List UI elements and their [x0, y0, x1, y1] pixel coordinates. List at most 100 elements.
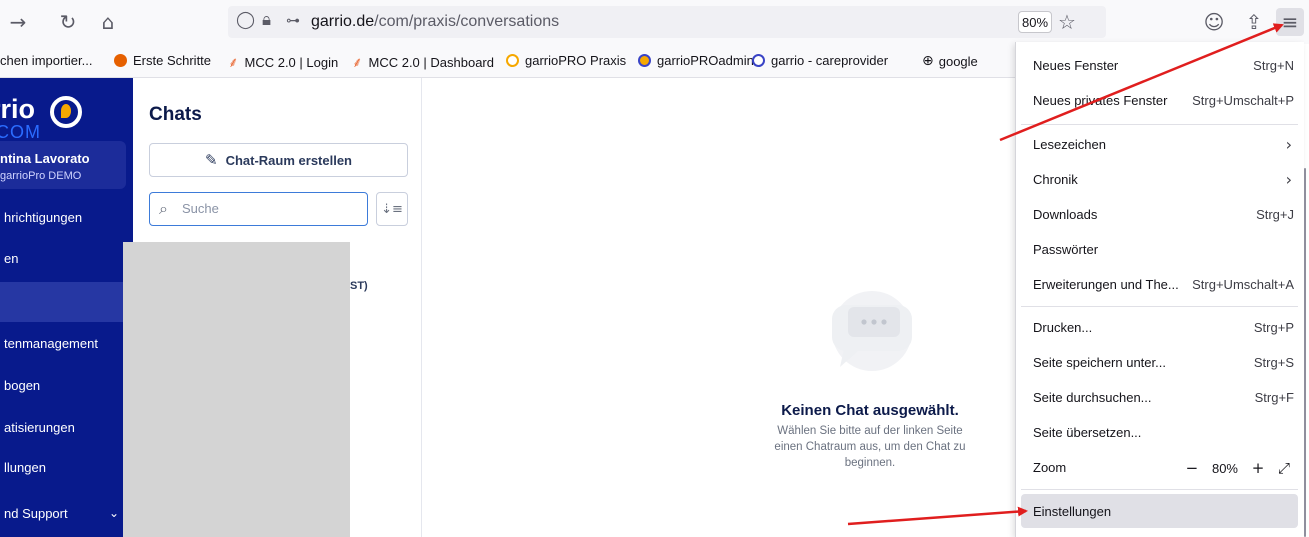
create-chat-room-button[interactable]: ✎ Chat-Raum erstellen	[149, 143, 408, 177]
nav-label: hrichtigungen	[4, 209, 83, 225]
lock-icon[interactable]: 🔒︎	[262, 10, 271, 30]
menu-label: Neues Fenster	[1033, 57, 1119, 73]
empty-state-text: Wählen Sie bitte auf der linken Seite ei…	[774, 425, 966, 469]
nav-label: atisierungen	[4, 419, 75, 435]
firefox-icon	[114, 54, 127, 67]
menu-label: Chronik	[1033, 171, 1078, 187]
menu-shortcut: Strg+Umschalt+P	[1192, 92, 1294, 108]
extensions-icon[interactable]: ⇪	[1240, 8, 1268, 36]
logo-dot-icon	[61, 104, 71, 118]
menu-item-neues-fenster[interactable]: Neues Fenster Strg+N	[1021, 48, 1298, 82]
zoom-out-button[interactable]: −	[1182, 459, 1202, 477]
url-text[interactable]: garrio.de/com/praxis/conversations	[311, 13, 559, 31]
bookmark-import[interactable]: chen importier...	[0, 53, 93, 68]
home-icon[interactable]: ⌂	[94, 8, 122, 36]
bookmark-garrio-careprovider[interactable]: garrio - careprovider	[752, 53, 888, 68]
bookmark-mcc-dashboard[interactable]: ⸙ MCC 2.0 | Dashboard	[352, 53, 494, 72]
bookmark-erste-schritte[interactable]: Erste Schritte	[114, 53, 211, 68]
account-icon[interactable]: ☺	[1200, 8, 1228, 36]
menu-item-lesezeichen[interactable]: Lesezeichen ›	[1021, 127, 1298, 161]
reload-icon[interactable]: ↻	[54, 8, 82, 36]
sort-icon: ⇣≡	[381, 201, 403, 217]
menu-item-seite-uebersetzen[interactable]: Seite übersetzen...	[1021, 415, 1298, 449]
nav-label: nd Support	[4, 505, 68, 521]
nav-item-einstellungen[interactable]: llungen	[0, 447, 133, 487]
chevron-down-icon: ⌄	[108, 506, 119, 520]
permissions-icon[interactable]: ⊶	[286, 13, 300, 29]
menu-item-neues-privates-fenster[interactable]: Neues privates Fenster Strg+Umschalt+P	[1021, 83, 1298, 117]
menu-label: Seite speichern unter...	[1033, 354, 1166, 370]
url-host: garrio.de	[311, 13, 375, 30]
zoom-indicator[interactable]: 80%	[1018, 11, 1052, 33]
nav-label: llungen	[4, 459, 46, 475]
nav-label: en	[4, 250, 19, 266]
menu-shortcut: Strg+P	[1253, 319, 1294, 335]
bookmark-label: garrioPROadmin	[657, 53, 754, 68]
zoom-controls: − 80% + ⤢	[1182, 459, 1294, 477]
edit-icon: ✎	[205, 151, 218, 169]
fullscreen-icon[interactable]: ⤢	[1274, 459, 1294, 477]
nav-item-benachrichtigungen[interactable]: hrichtigungen	[0, 197, 133, 237]
menu-label: Downloads	[1033, 206, 1098, 222]
nav-item-frageboegen[interactable]: bogen	[0, 365, 133, 405]
menu-item-drucken[interactable]: Drucken... Strg+P	[1021, 310, 1298, 344]
menu-icon[interactable]: ≡	[1276, 8, 1304, 36]
forward-icon[interactable]: →	[4, 8, 32, 36]
chevron-right-icon: ›	[1285, 169, 1292, 189]
menu-item-downloads[interactable]: Downloads Strg+J	[1021, 197, 1298, 231]
menu-separator	[1021, 489, 1298, 490]
bookmark-label: garrioPRO Praxis	[525, 53, 627, 68]
menu-label: Seite übersetzen...	[1033, 424, 1142, 440]
nav-item-chats[interactable]	[0, 282, 133, 322]
url-bar[interactable]: ◯ 🔒︎ ⊶ garrio.de/com/praxis/conversation…	[228, 6, 1106, 38]
chats-title: Chats	[149, 104, 202, 125]
menu-scrollbar[interactable]	[1304, 168, 1306, 537]
url-path: /com/praxis/conversations	[374, 13, 560, 30]
arrow-to-einstellungen	[847, 506, 1028, 526]
user-card[interactable]: ntina Lavorato garrioPro DEMO	[0, 141, 126, 189]
nav-item-hilfe-support[interactable]: nd Support ⌄	[0, 493, 133, 533]
zoom-value[interactable]: 80%	[1212, 461, 1238, 476]
bookmark-label: MCC 2.0 | Dashboard	[368, 55, 495, 70]
nav-label: bogen	[4, 377, 41, 393]
nav-label: tenmanagement	[4, 335, 98, 351]
bookmark-google[interactable]: ⊕ google	[922, 53, 978, 69]
zoom-in-button[interactable]: +	[1248, 459, 1268, 477]
menu-item-chronik[interactable]: Chronik ›	[1021, 162, 1298, 196]
nav-item-automatisierungen[interactable]: atisierungen	[0, 407, 133, 447]
menu-label: Erweiterungen und The...	[1033, 276, 1179, 292]
menu-item-zoom: Zoom − 80% + ⤢	[1021, 450, 1298, 484]
menu-label: Zoom	[1033, 459, 1067, 475]
bookmark-garriopro-praxis[interactable]: garrioPRO Praxis	[506, 53, 626, 68]
bookmark-label: Erste Schritte	[133, 53, 212, 68]
menu-label: Seite durchsuchen...	[1033, 389, 1152, 405]
flame-icon: ⸙	[228, 54, 239, 70]
menu-item-passwoerter[interactable]: Passwörter	[1021, 232, 1298, 266]
brand-logo[interactable]: rrio	[0, 94, 35, 125]
menu-label: Lesezeichen	[1033, 136, 1106, 152]
menu-item-einstellungen[interactable]: Einstellungen	[1021, 494, 1298, 528]
sort-button[interactable]: ⇣≡	[376, 192, 408, 226]
bookmark-garriopro-admin[interactable]: garrioPROadmin	[638, 53, 754, 68]
chat-bubble-icon	[832, 291, 912, 371]
chat-list-item-partial[interactable]: ST)	[350, 280, 368, 292]
search-field[interactable]: ⌕	[149, 192, 368, 226]
menu-item-seite-speichern[interactable]: Seite speichern unter... Strg+S	[1021, 345, 1298, 379]
menu-shortcut: Strg+S	[1253, 354, 1294, 370]
bookmark-mcc-login[interactable]: ⸙ MCC 2.0 | Login	[228, 53, 338, 72]
menu-shortcut: Strg+F	[1254, 389, 1294, 405]
nav-item-patientenmanagement[interactable]: tenmanagement	[0, 323, 133, 363]
user-name: ntina Lavorato	[0, 151, 90, 166]
menu-item-erweiterungen[interactable]: Erweiterungen und The... Strg+Umschalt+A	[1021, 267, 1298, 301]
nav-item-termine[interactable]: en	[0, 238, 133, 278]
star-icon[interactable]: ☆	[1058, 10, 1076, 34]
menu-item-seite-durchsuchen[interactable]: Seite durchsuchen... Strg+F	[1021, 380, 1298, 414]
bookmark-label: google	[938, 53, 978, 69]
menu-shortcut: Strg+N	[1253, 57, 1294, 73]
menu-separator	[1021, 306, 1298, 307]
shield-icon[interactable]: ◯	[236, 10, 255, 30]
browser-toolbar: → ↻ ⌂ ◯ 🔒︎ ⊶ garrio.de/com/praxis/conver…	[0, 0, 1309, 44]
bookmarks-bar: chen importier... Erste Schritte ⸙ MCC 2.…	[0, 44, 1015, 78]
user-org: garrioPro DEMO	[0, 170, 82, 182]
search-input[interactable]	[182, 201, 352, 216]
